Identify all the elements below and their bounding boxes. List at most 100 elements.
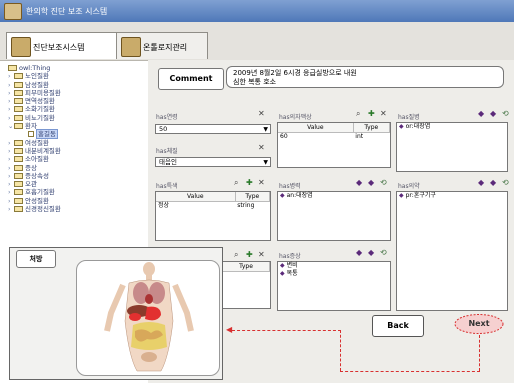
folder-icon	[14, 189, 23, 196]
ontology-tree[interactable]: owl:Thing › 노인질환 › 남성질환 › 피부미용질환 › 면역성질환 › 소화기질환 ›…	[8, 64, 146, 259]
traits-label: has특색	[156, 183, 178, 190]
history-label: has병력	[279, 183, 301, 190]
list-item[interactable]: an:대장염	[278, 192, 390, 200]
folder-icon	[14, 164, 23, 171]
remove-icon[interactable]: ✕	[258, 143, 265, 152]
remove-icon[interactable]: ✕	[258, 178, 265, 187]
comment-button[interactable]: Comment	[158, 68, 224, 90]
tab-strip: 진단보조시스템 온톨로지관리	[0, 22, 514, 61]
constitution-select[interactable]: 태음인 ▼	[155, 157, 271, 167]
tree-item[interactable]: › 노인질환	[8, 72, 146, 80]
remove-icon[interactable]: ⟲	[502, 109, 509, 118]
column-header: Value	[156, 192, 236, 201]
pulse-table[interactable]: Value Type 60 int	[277, 122, 391, 168]
chevron-down-icon: ▼	[263, 159, 268, 166]
tab-label: 진단보조시스템	[33, 43, 85, 52]
tab-label: 온톨로지관리	[143, 43, 188, 52]
age-select[interactable]: 50 ▼	[155, 124, 271, 134]
tree-item[interactable]: › 남성질환	[8, 81, 146, 89]
chevron-down-icon: ▼	[263, 126, 268, 133]
table-row[interactable]: 정상 string	[156, 202, 270, 210]
search-icon[interactable]: ⌕	[234, 250, 238, 260]
folder-icon	[14, 181, 23, 188]
tree-item-label: 남성질환	[25, 80, 49, 89]
tree-item[interactable]: › 소화기질환	[8, 105, 146, 113]
tab-ontology[interactable]: 온톨로지관리	[116, 32, 208, 59]
list-item[interactable]: 복통	[278, 270, 390, 278]
medicine-list[interactable]: pr:혼구기구	[396, 191, 508, 311]
add-instance-icon[interactable]: ◆	[478, 109, 484, 118]
instance-icon	[28, 131, 34, 138]
tree-item[interactable]: › 비뇨기질환	[8, 114, 146, 122]
remove-icon[interactable]: ⟲	[502, 178, 509, 187]
next-button[interactable]: Next	[453, 313, 505, 335]
medicine-label: has의약	[398, 183, 420, 190]
list-item[interactable]: or:대장염	[397, 123, 507, 131]
tree-item-label: 여성질환	[25, 138, 49, 147]
column-header: Type	[223, 262, 270, 271]
tree-item-label: 호흡기질환	[25, 188, 55, 197]
column-header: Type	[354, 123, 390, 132]
tree-item[interactable]: ⌄ 환자	[8, 122, 146, 130]
tree-item[interactable]: › 신경정신질환	[8, 205, 146, 213]
add-icon[interactable]: ✚	[246, 178, 253, 187]
remove-icon[interactable]: ⟲	[380, 248, 387, 257]
symptom-list[interactable]: 변비 복통	[277, 261, 391, 311]
edit-icon[interactable]: ◆	[368, 178, 374, 187]
anatomy-image	[76, 260, 220, 376]
tree-item-label: 신경정신질환	[25, 205, 61, 214]
remove-icon[interactable]: ✕	[258, 109, 265, 118]
remove-icon[interactable]: ⟲	[380, 178, 387, 187]
age-label: has연령	[156, 114, 178, 121]
column-header: Value	[278, 123, 354, 132]
history-list[interactable]: an:대장염	[277, 191, 391, 241]
tree-item[interactable]: › 여성질환	[8, 139, 146, 147]
title-bar: 한의학 진단 보조 시스템	[0, 0, 514, 23]
edit-icon[interactable]: ◆	[368, 248, 374, 257]
edit-icon[interactable]: ◆	[490, 178, 496, 187]
add-instance-icon[interactable]: ◆	[356, 248, 362, 257]
add-icon[interactable]: ✚	[246, 250, 253, 259]
annotation-line	[340, 371, 480, 372]
annotation-line	[340, 330, 341, 371]
tree-item[interactable]: 홍길동	[8, 129, 146, 140]
add-instance-icon[interactable]: ◆	[478, 178, 484, 187]
folder-icon	[14, 156, 23, 163]
folder-icon	[8, 65, 17, 71]
annotation-line	[479, 335, 480, 371]
list-item[interactable]: 변비	[278, 262, 390, 270]
tree-item[interactable]: › 소아질환	[8, 155, 146, 163]
prescription-tab[interactable]: 처방	[16, 250, 56, 268]
traits-table[interactable]: Value Type 정상 string	[155, 191, 271, 241]
tab-diagnosis[interactable]: 진단보조시스템	[6, 32, 118, 59]
folder-icon	[14, 98, 23, 105]
comment-text[interactable]: 2009년 8월2일 6시경 응급실방으로 내원 심한 복통 호소	[226, 66, 504, 88]
search-icon[interactable]: ⌕	[234, 178, 238, 188]
list-item[interactable]: pr:혼구기구	[397, 192, 507, 200]
add-icon[interactable]: ✚	[368, 109, 375, 118]
folder-icon	[14, 147, 23, 154]
folder-icon	[14, 73, 23, 80]
tree-item[interactable]: › 증상속성	[8, 172, 146, 180]
tree-item[interactable]: › 증상	[8, 164, 146, 172]
remove-icon[interactable]: ✕	[380, 109, 387, 118]
remove-icon[interactable]: ✕	[258, 250, 265, 259]
tree-item[interactable]: › 피부미용질환	[8, 89, 146, 97]
tree-item-label: 비뇨기질환	[25, 113, 55, 122]
table-row[interactable]: 60 int	[278, 133, 390, 141]
tree-item-label: 소화기질환	[25, 105, 55, 114]
window-title: 한의학 진단 보조 시스템	[26, 7, 108, 16]
edit-icon[interactable]: ◆	[490, 109, 496, 118]
back-button[interactable]: Back	[372, 315, 424, 337]
annotation-line	[232, 330, 341, 331]
anatomy-illustration	[104, 262, 194, 372]
tree-item[interactable]: › 안성질환	[8, 197, 146, 205]
add-instance-icon[interactable]: ◆	[356, 178, 362, 187]
folder-icon	[14, 206, 23, 213]
pulse-label: has의자맥상	[279, 114, 312, 121]
tree-item[interactable]: › 호흡기질환	[8, 188, 146, 196]
app-icon	[11, 37, 31, 57]
disease-list[interactable]: or:대장염	[396, 122, 508, 172]
search-icon[interactable]: ⌕	[356, 109, 360, 119]
hidden-table[interactable]: Type	[223, 261, 271, 309]
